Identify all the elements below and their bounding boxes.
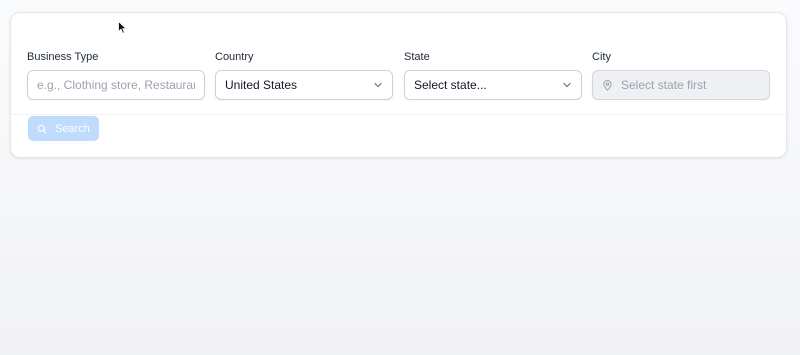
city-label: City [592, 51, 611, 63]
state-label: State [404, 51, 430, 63]
search-button-label: Search [55, 122, 90, 135]
state-field: State Select state... [404, 51, 582, 100]
city-field: City Select state first [592, 51, 770, 100]
mouse-cursor-icon [118, 21, 127, 34]
map-pin-icon [603, 79, 612, 91]
state-select[interactable]: Select state... [404, 70, 582, 100]
country-select[interactable]: United States [215, 70, 393, 100]
business-type-label: Business Type [27, 51, 99, 63]
state-value: Select state... [414, 78, 487, 92]
divider [11, 114, 786, 115]
country-label: Country [215, 51, 254, 63]
business-type-input[interactable] [37, 78, 195, 92]
city-select[interactable]: Select state first [592, 70, 770, 100]
chevron-down-icon [374, 82, 382, 88]
city-value: Select state first [621, 78, 707, 92]
country-field: Country United States [215, 51, 393, 100]
business-type-field: Business Type [27, 51, 205, 100]
business-type-box [27, 70, 205, 100]
search-icon [37, 124, 47, 134]
country-value: United States [225, 78, 298, 92]
chevron-down-icon [563, 82, 571, 88]
search-button[interactable]: Search [28, 116, 99, 141]
